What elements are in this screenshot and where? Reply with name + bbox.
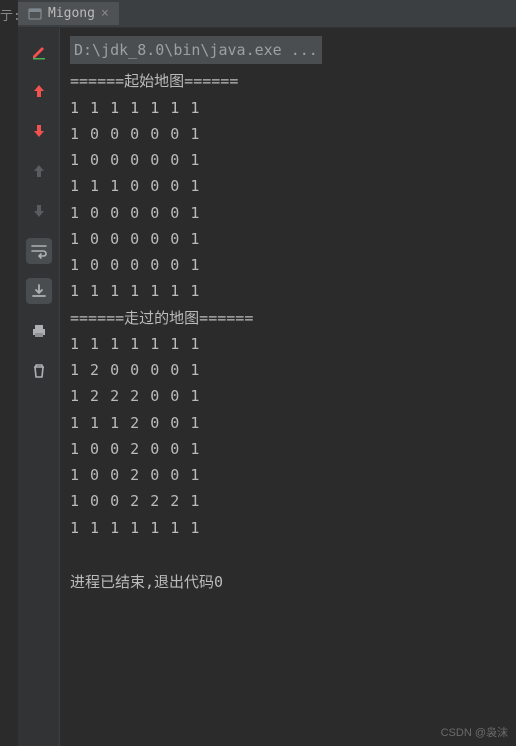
grid-row: 1 1 1 0 0 0 1 [70,173,506,199]
print-icon [30,323,48,339]
trash-icon [31,363,47,379]
run-tab-icon [28,7,42,21]
grid-row: 1 1 1 1 1 1 1 [70,331,506,357]
grid-row: 1 0 0 0 0 0 1 [70,121,506,147]
up-disabled-button [26,158,52,184]
rerun-button[interactable] [26,38,52,64]
arrow-up-icon [31,83,47,99]
print-button[interactable] [26,318,52,344]
grid-row: 1 1 1 2 0 0 1 [70,410,506,436]
grid-row: 1 0 0 0 0 0 1 [70,226,506,252]
arrow-down-grey-icon [31,203,47,219]
gutter-toolbar [18,28,60,746]
grid-row: 1 0 0 2 0 0 1 [70,462,506,488]
grid-row: 1 1 1 1 1 1 1 [70,278,506,304]
grid-row: 1 2 2 2 0 0 1 [70,383,506,409]
section-header-1: ======起始地图====== [70,68,506,94]
arrow-down-icon [31,123,47,139]
down-disabled-button [26,198,52,224]
down-button[interactable] [26,118,52,144]
grid-row: 1 0 0 2 0 0 1 [70,436,506,462]
grid-row: 1 0 0 0 0 0 1 [70,147,506,173]
grid-row: 1 0 0 2 2 2 1 [70,488,506,514]
scroll-to-end-button[interactable] [26,278,52,304]
grid-row: 1 1 1 1 1 1 1 [70,95,506,121]
grid-row: 1 0 0 0 0 0 1 [70,252,506,278]
tab-bar: Migong × [18,0,516,28]
pencil-icon [30,42,48,60]
grid-row: 1 1 1 1 1 1 1 [70,515,506,541]
exit-message: 进程已结束,退出代码0 [70,569,506,595]
watermark: CSDN @袅沫 [441,724,508,740]
soft-wrap-button[interactable] [26,238,52,264]
tab-label: Migong [48,6,95,21]
delete-button[interactable] [26,358,52,384]
tab-migong[interactable]: Migong × [18,2,119,25]
close-icon[interactable]: × [101,6,109,21]
wrap-icon [30,243,48,259]
console-output[interactable]: D:\jdk_8.0\bin\java.exe ... ======起始地图==… [60,28,516,746]
main-area: D:\jdk_8.0\bin\java.exe ... ======起始地图==… [18,28,516,746]
command-line: D:\jdk_8.0\bin\java.exe ... [70,36,322,64]
grid-row: 1 0 0 0 0 0 1 [70,200,506,226]
grid-row: 1 2 0 0 0 0 1 [70,357,506,383]
section-header-2: ======走过的地图====== [70,305,506,331]
blank-line [70,541,506,567]
arrow-up-grey-icon [31,163,47,179]
download-icon [30,283,48,299]
up-button[interactable] [26,78,52,104]
